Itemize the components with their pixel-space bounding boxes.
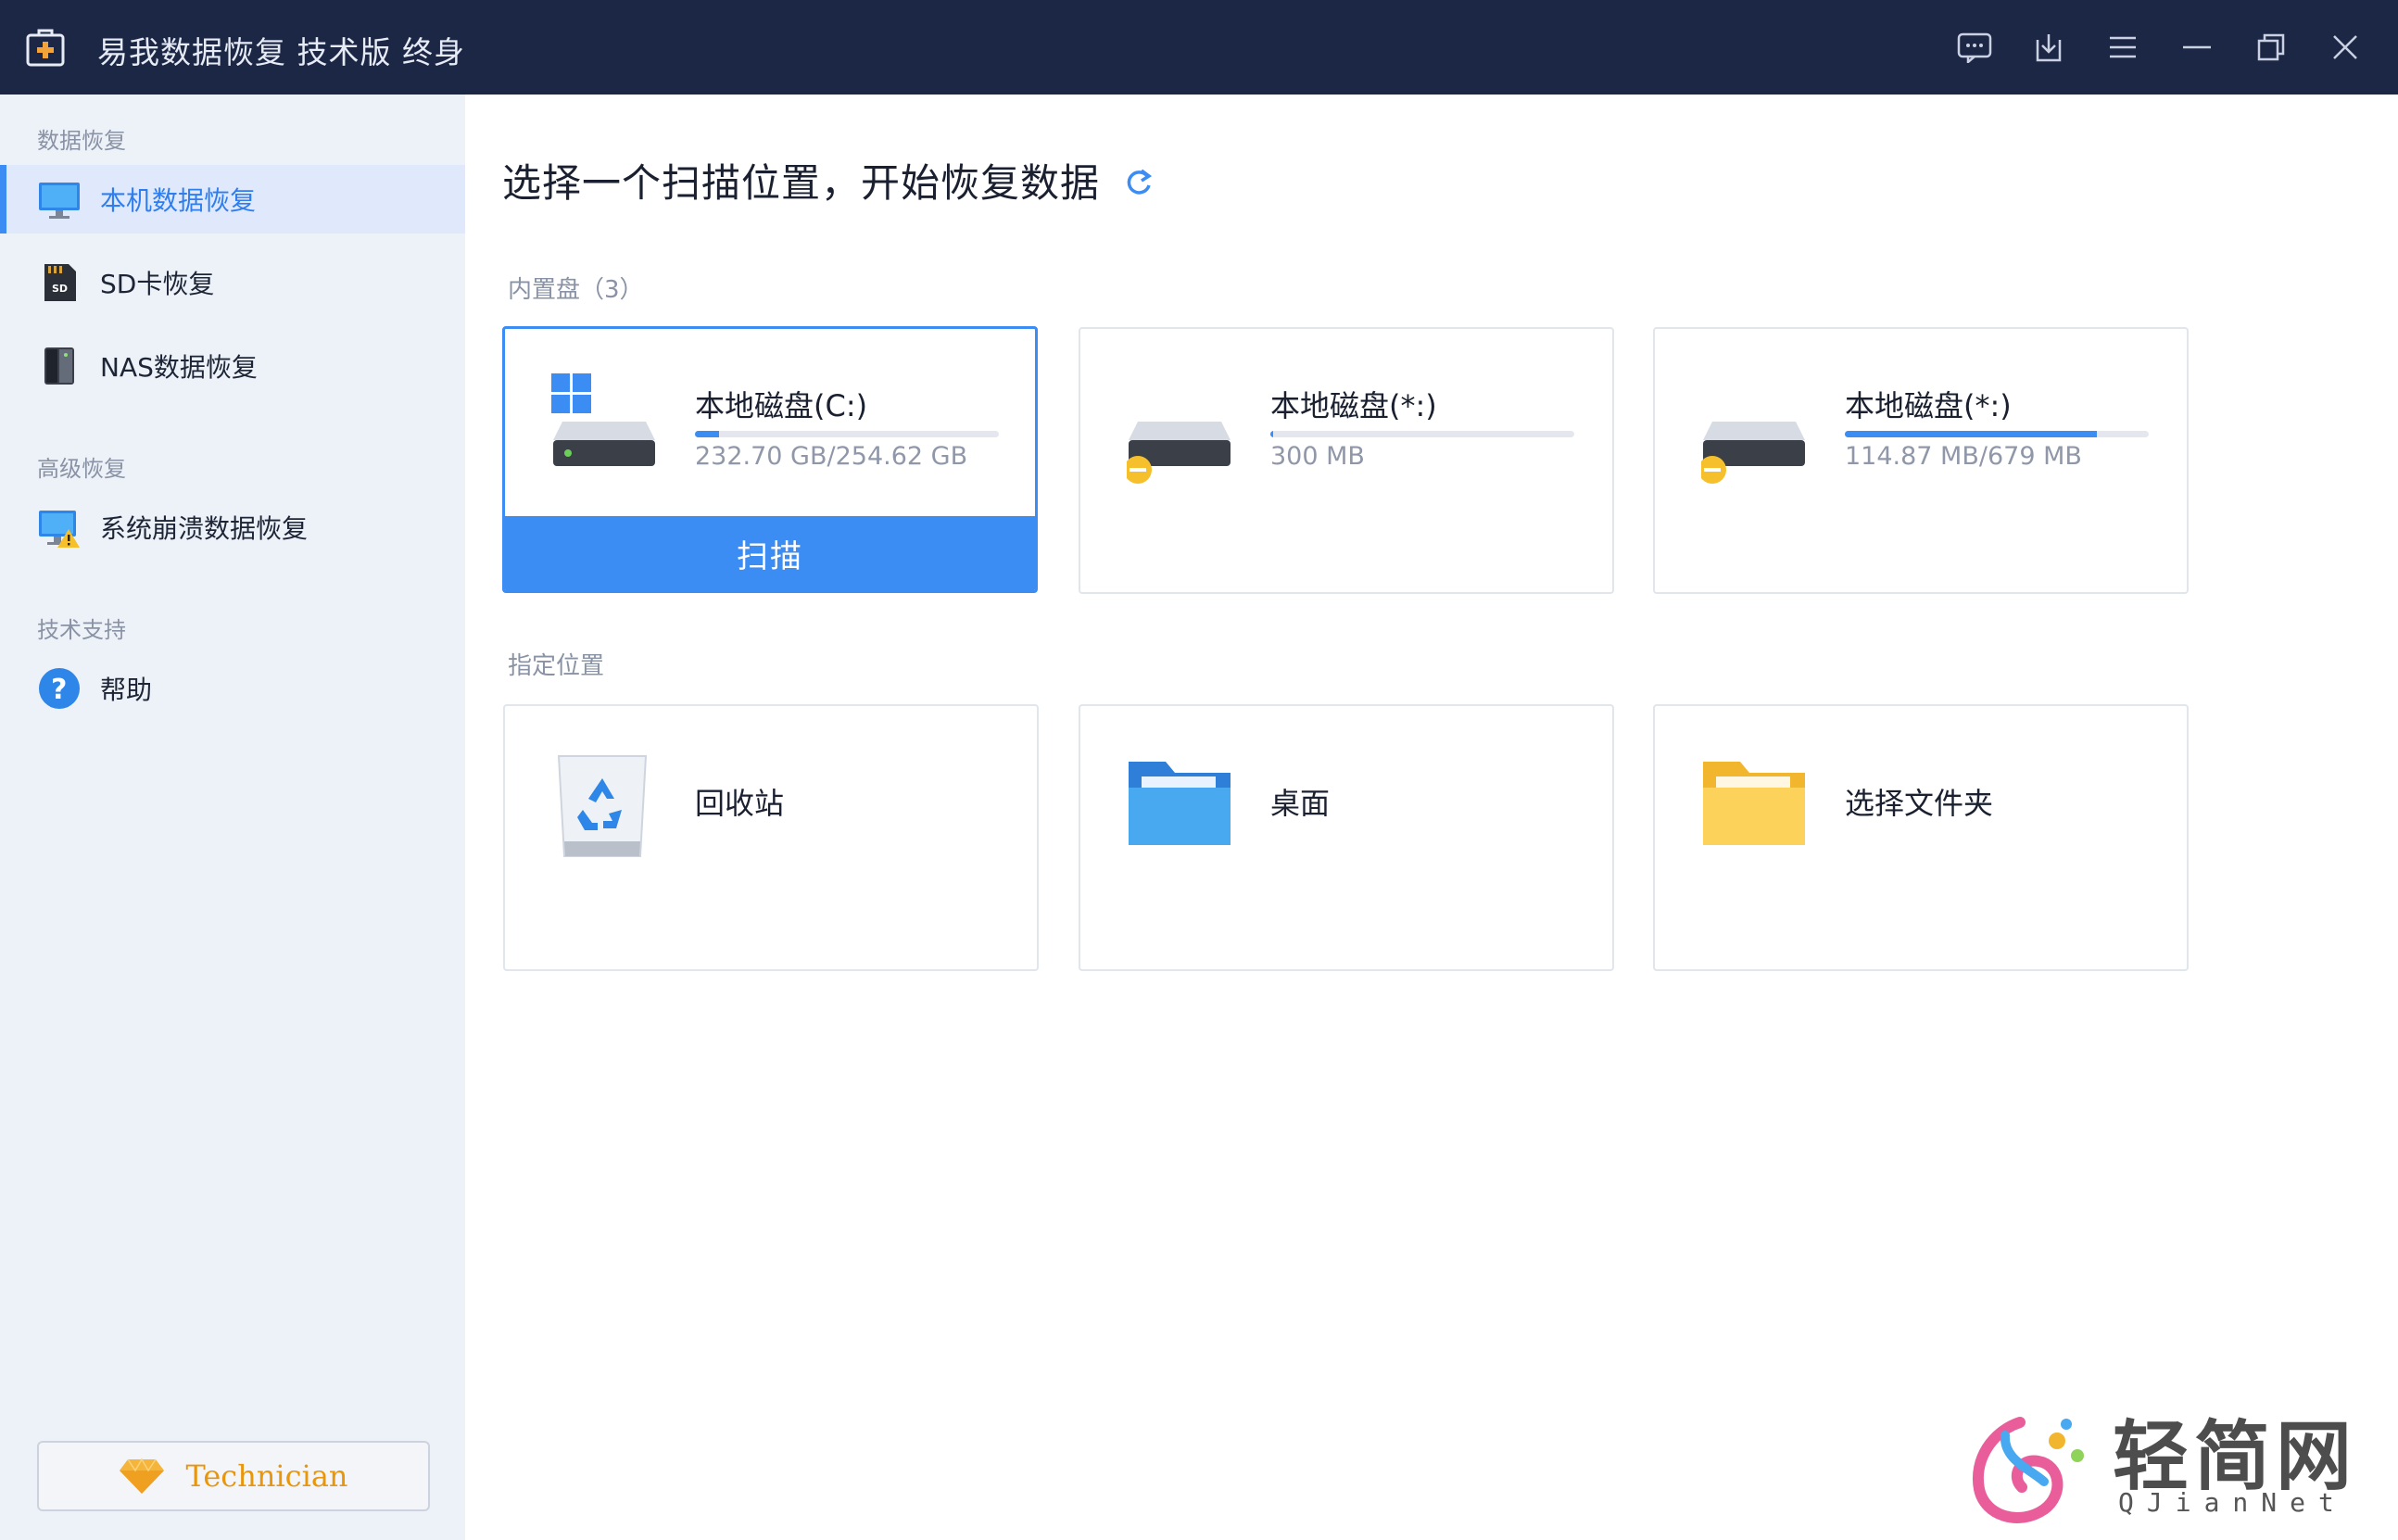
drive-name: 本地磁盘(*:) [1845, 388, 2012, 423]
desktop-folder-icon [1129, 762, 1231, 845]
folder-icon [1703, 762, 1805, 845]
drive-card-3[interactable]: 本地磁盘(*:) 114.87 MB/679 MB [1653, 327, 2189, 594]
location-name: 选择文件夹 [1845, 786, 1994, 821]
menu-button[interactable] [2101, 26, 2144, 69]
app-logo-icon [26, 29, 65, 67]
section-label-support: 技术支持 [37, 617, 126, 643]
windows-drive-icon [551, 373, 655, 466]
sidebar-item-label: NAS数据恢复 [100, 352, 258, 383]
app-title: 易我数据恢复 技术版 终身 [97, 34, 465, 70]
feedback-button[interactable] [1953, 26, 1996, 69]
refresh-icon[interactable] [1123, 167, 1155, 198]
restore-icon [2257, 33, 2285, 61]
location-card-desktop[interactable]: 桌面 [1079, 704, 1614, 971]
sidebar-item-label: 系统崩溃数据恢复 [100, 513, 309, 544]
section-label-data-recovery: 数据恢复 [37, 128, 126, 154]
technician-edition-button[interactable]: Technician [37, 1441, 430, 1511]
watermark-logo-icon [1972, 1417, 2084, 1523]
app-window: 易我数据恢复 技术版 终身 数据恢复 本机数据恢复 SD SD卡恢复 NAS数据… [0, 0, 2398, 1540]
sd-card-icon: SD [44, 264, 76, 301]
drive-name: 本地磁盘(*:) [1270, 388, 1437, 423]
technician-label: Technician [185, 1458, 348, 1494]
sidebar-item-system-crash[interactable]: 系统崩溃数据恢复 [0, 493, 465, 562]
scan-button[interactable]: 扫描 [505, 516, 1035, 590]
title-bar: 易我数据恢复 技术版 终身 [0, 0, 2398, 95]
feedback-icon [1957, 32, 1992, 63]
menu-icon [2110, 36, 2136, 58]
monitor-icon [39, 183, 80, 219]
watermark: 轻简网 QJianNet [1955, 1395, 2381, 1534]
download-button[interactable] [2027, 26, 2070, 69]
sidebar-item-label: 帮助 [100, 675, 153, 705]
drive-usage-fill [1270, 431, 1274, 437]
location-name: 桌面 [1270, 786, 1331, 821]
location-card-recycle-bin[interactable]: 回收站 [503, 704, 1039, 971]
drive-size: 114.87 MB/679 MB [1845, 442, 2082, 471]
svg-text:?: ? [51, 674, 67, 706]
internal-disks-label: 内置盘（3） [508, 276, 644, 304]
watermark-subtext: QJianNet [2118, 1487, 2347, 1518]
drive-usage-bar [695, 431, 999, 437]
download-icon [2036, 34, 2062, 62]
location-name: 回收站 [695, 786, 785, 821]
sidebar: 数据恢复 本机数据恢复 SD SD卡恢复 NAS数据恢复 高级恢复 系统崩溃数据… [0, 95, 465, 1540]
sidebar-item-local-recovery[interactable]: 本机数据恢复 [0, 165, 465, 234]
sidebar-item-help[interactable]: ? 帮助 [0, 654, 465, 723]
diamond-icon [120, 1458, 165, 1494]
drive-usage-fill [695, 431, 720, 437]
hidden-drive-icon [1127, 422, 1231, 484]
hidden-drive-icon [1701, 422, 1805, 484]
drive-card-2[interactable]: 本地磁盘(*:) 300 MB [1079, 327, 1614, 594]
drive-usage-fill [1845, 431, 2098, 437]
svg-text:SD: SD [52, 283, 68, 295]
page-title: 选择一个扫描位置，开始恢复数据 [502, 160, 1101, 206]
recycle-bin-icon [557, 755, 648, 857]
drive-usage-bar [1845, 431, 2149, 437]
drive-usage-bar [1270, 431, 1574, 437]
sidebar-item-sd-recovery[interactable]: SD SD卡恢复 [0, 248, 465, 317]
drive-size: 232.70 GB/254.62 GB [695, 442, 968, 471]
system-crash-icon [39, 511, 80, 548]
location-card-choose-folder[interactable]: 选择文件夹 [1653, 704, 2189, 971]
sidebar-item-label: SD卡恢复 [100, 269, 215, 299]
help-icon: ? [39, 668, 80, 709]
sidebar-item-label: 本机数据恢复 [100, 185, 257, 216]
minimize-button[interactable] [2176, 26, 2218, 69]
close-icon [2333, 35, 2357, 59]
close-button[interactable] [2324, 26, 2366, 69]
restore-button[interactable] [2250, 26, 2292, 69]
drive-size: 300 MB [1270, 442, 1365, 471]
minimize-icon [2183, 45, 2211, 49]
section-label-advanced: 高级恢复 [37, 456, 126, 482]
nas-icon [44, 347, 74, 385]
drive-name: 本地磁盘(C:) [695, 388, 868, 423]
specified-location-label: 指定位置 [508, 652, 605, 680]
sidebar-item-nas-recovery[interactable]: NAS数据恢复 [0, 332, 465, 400]
drive-card-c[interactable]: 本地磁盘(C:) 232.70 GB/254.62 GB 扫描 [502, 326, 1038, 593]
main-content: 选择一个扫描位置，开始恢复数据 内置盘（3） 本地磁盘(C:) 232.70 G… [465, 95, 2398, 1540]
